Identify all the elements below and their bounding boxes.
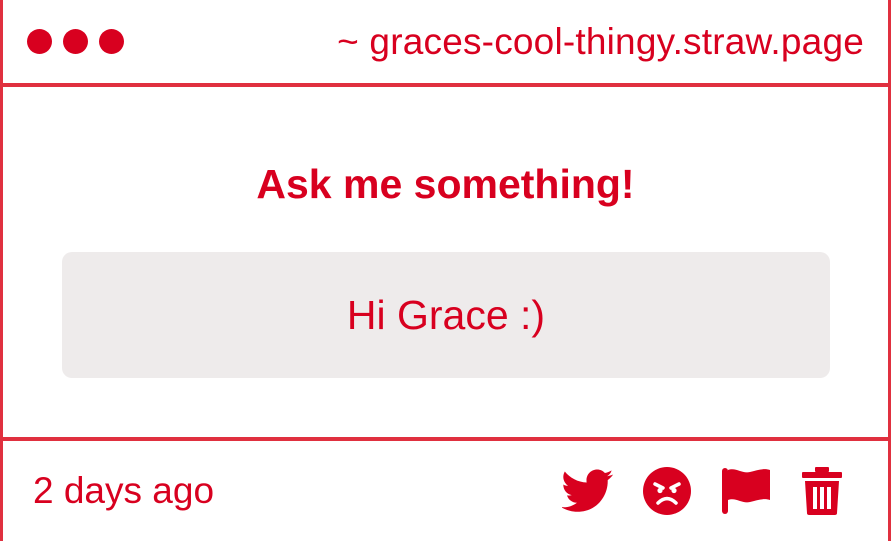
- window-titlebar: ~ graces-cool-thingy.straw.page: [3, 0, 888, 87]
- twitter-icon: [562, 469, 614, 512]
- share-twitter-button[interactable]: [562, 469, 614, 513]
- react-angry-button[interactable]: [642, 466, 692, 516]
- answer-text: Hi Grace :): [346, 291, 546, 338]
- card-footer: 2 days ago: [3, 441, 888, 541]
- window-dot-3[interactable]: [99, 29, 124, 54]
- question-prompt: Ask me something!: [256, 161, 635, 207]
- window-dot-1[interactable]: [27, 29, 52, 54]
- flag-icon: [722, 468, 770, 514]
- answer-box: Hi Grace :): [62, 252, 830, 378]
- delete-button[interactable]: [800, 466, 844, 516]
- page-url[interactable]: ~ graces-cool-thingy.straw.page: [337, 21, 864, 63]
- action-bar: [562, 466, 844, 516]
- straw-page-card: ~ graces-cool-thingy.straw.page Ask me s…: [0, 0, 891, 541]
- window-dot-2[interactable]: [63, 29, 88, 54]
- trash-icon: [802, 467, 842, 515]
- angry-face-icon: [643, 467, 691, 515]
- report-flag-button[interactable]: [720, 466, 772, 516]
- window-controls: [27, 29, 124, 54]
- question-content: Ask me something! Hi Grace :): [3, 91, 888, 441]
- timestamp: 2 days ago: [33, 470, 215, 511]
